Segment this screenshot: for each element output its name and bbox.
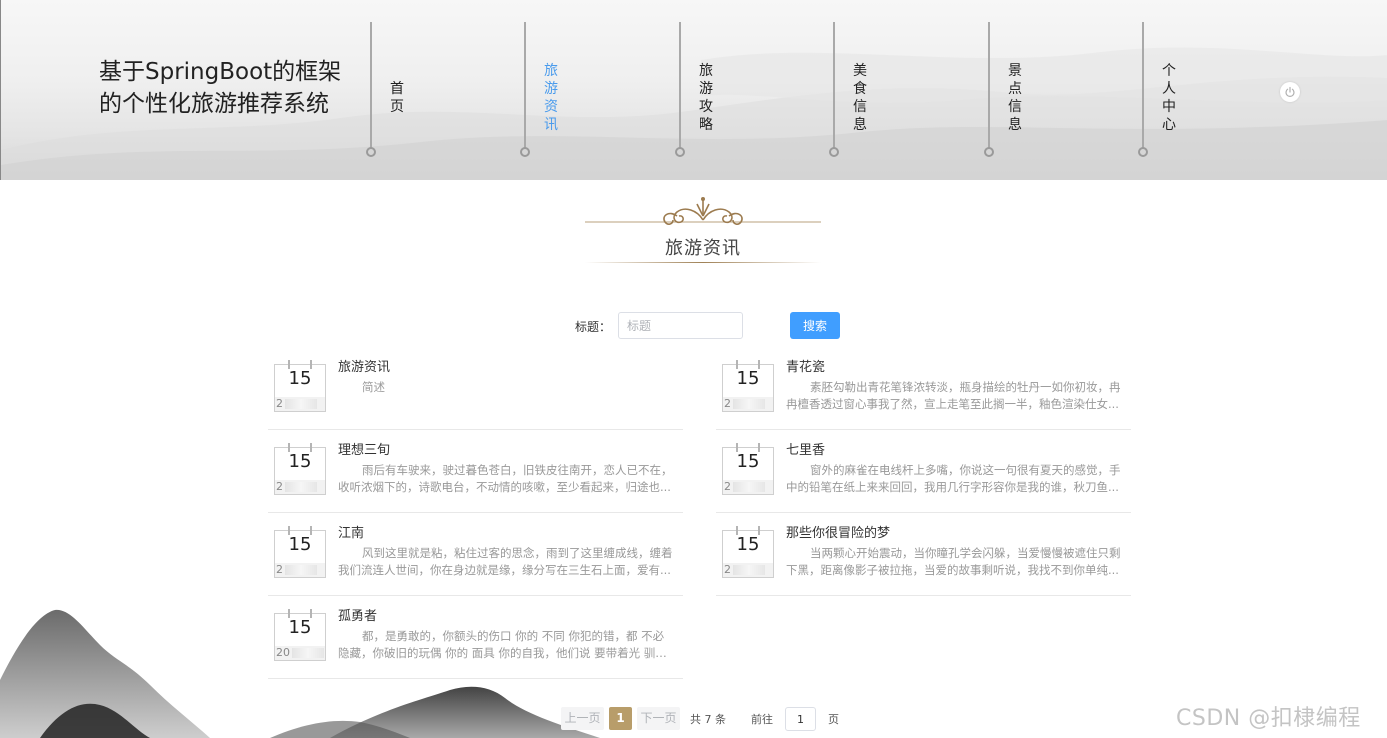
calendar-icon: 15 2: [722, 360, 774, 412]
news-item[interactable]: 15 2 理想三旬 雨后有车驶来，驶过暮色苍白，旧铁皮往南开，恋人已不在，收听浓…: [268, 431, 683, 513]
nav-item-scenic-info[interactable]: 景点信息: [984, 0, 1048, 160]
news-item[interactable]: 15 2 那些你很冒险的梦 当两颗心开始震动，当你瞳孔学会闪躲，当爱慢慢被遮住只…: [716, 514, 1131, 596]
news-title[interactable]: 旅游资讯: [338, 356, 390, 375]
nav-item-home[interactable]: 首页: [366, 0, 430, 160]
prev-page-button[interactable]: 上一页: [561, 707, 604, 730]
news-date-prefix: 2: [724, 563, 731, 576]
section-title: 旅游资讯: [665, 238, 741, 259]
nav-label[interactable]: 首页: [390, 80, 406, 116]
news-date-prefix: 2: [276, 397, 283, 410]
page-number-1[interactable]: 1: [609, 707, 632, 730]
nav-divider: [988, 22, 990, 148]
next-page-button[interactable]: 下一页: [637, 707, 680, 730]
power-icon: [1285, 86, 1295, 97]
nav-label[interactable]: 旅游资讯: [544, 62, 560, 134]
news-day: 15: [288, 368, 312, 389]
total-count: 共 7 条: [690, 713, 726, 726]
nav-divider: [679, 22, 681, 148]
nav-divider: [524, 22, 526, 148]
news-item[interactable]: 15 2 旅游资讯 简述: [268, 348, 683, 430]
nav-dot: [1138, 147, 1148, 157]
search-label: 标题：: [575, 320, 612, 334]
nav-dot: [829, 147, 839, 157]
nav-label[interactable]: 个人中心: [1162, 62, 1178, 134]
nav-dot: [984, 147, 994, 157]
calendar-icon: 15 2: [274, 526, 326, 578]
nav-dot: [520, 147, 530, 157]
news-date-prefix: 2: [724, 480, 731, 493]
news-date-prefix: 2: [276, 563, 283, 576]
nav-label[interactable]: 美食信息: [853, 62, 869, 134]
news-title[interactable]: 青花瓷: [786, 356, 825, 375]
news-description: 窗外的麻雀在电线杆上多嘴，你说这一句很有夏天的感觉，手中的铅笔在纸上来来回回，我…: [786, 463, 1121, 494]
nav-divider: [833, 22, 835, 148]
watermark-text: CSDN @扣棣编程: [1176, 706, 1361, 731]
nav-divider: [1142, 22, 1144, 148]
news-day: 15: [736, 368, 760, 389]
nav-label[interactable]: 旅游攻略: [699, 62, 715, 134]
nav-label[interactable]: 景点信息: [1008, 62, 1024, 134]
news-title[interactable]: 七里香: [786, 439, 825, 458]
nav-divider: [370, 22, 372, 148]
search-input[interactable]: [618, 312, 743, 339]
nav-dot: [675, 147, 685, 157]
news-date-prefix: 2: [724, 397, 731, 410]
news-title[interactable]: 理想三旬: [338, 439, 390, 458]
news-date-prefix: 2: [276, 480, 283, 493]
news-title[interactable]: 江南: [338, 522, 364, 541]
nav-dot: [366, 147, 376, 157]
nav-item-food-info[interactable]: 美食信息: [829, 0, 893, 160]
news-day: 15: [736, 451, 760, 472]
news-description: 素胚勾勒出青花笔锋浓转淡，瓶身描绘的牡丹一如你初妆，冉冉檀香透过窗心事我了然，宣…: [786, 380, 1121, 411]
nav-item-personal-center[interactable]: 个人中心: [1138, 0, 1202, 160]
goto-page-input[interactable]: [785, 707, 816, 731]
news-description: 风到这里就是粘，粘住过客的思念，雨到了这里缠成线，缠着我们流连人世间，你在身边就…: [338, 546, 673, 577]
logout-button[interactable]: [1280, 82, 1300, 102]
news-day: 15: [288, 451, 312, 472]
goto-label: 前往: [751, 713, 773, 726]
news-day: 15: [736, 534, 760, 555]
calendar-icon: 15 2: [722, 443, 774, 495]
news-description: 简述: [362, 380, 385, 394]
title-divider: [585, 262, 821, 263]
page-suffix: 页: [828, 713, 839, 726]
site-title: 基于SpringBoot的框架的个性化旅游推荐系统: [99, 59, 342, 117]
news-item[interactable]: 15 2 七里香 窗外的麻雀在电线杆上多嘴，你说这一句很有夏天的感觉，手中的铅笔…: [716, 431, 1131, 513]
news-item[interactable]: 15 2 江南 风到这里就是粘，粘住过客的思念，雨到了这里缠成线，缠着我们流连人…: [268, 514, 683, 596]
ornament-icon: [585, 197, 821, 225]
search-button[interactable]: 搜索: [790, 312, 840, 339]
news-item[interactable]: 15 2 青花瓷 素胚勾勒出青花笔锋浓转淡，瓶身描绘的牡丹一如你初妆，冉冉檀香透…: [716, 348, 1131, 430]
news-description: 当两颗心开始震动，当你瞳孔学会闪躲，当爱慢慢被遮住只剩下黑，距离像影子被拉拖，当…: [786, 546, 1121, 577]
calendar-icon: 15 2: [722, 526, 774, 578]
nav-item-travel-guides[interactable]: 旅游攻略: [675, 0, 739, 160]
calendar-icon: 15 2: [274, 443, 326, 495]
calendar-icon: 15 2: [274, 360, 326, 412]
nav-item-travel-news[interactable]: 旅游资讯: [520, 0, 584, 160]
news-title[interactable]: 那些你很冒险的梦: [786, 522, 890, 541]
news-day: 15: [288, 534, 312, 555]
site-header: 基于SpringBoot的框架的个性化旅游推荐系统 首页 旅游资讯 旅游攻略 美…: [0, 0, 1387, 180]
news-description: 雨后有车驶来，驶过暮色苍白，旧铁皮往南开，恋人已不在，收听浓烟下的，诗歌电台，不…: [338, 463, 673, 494]
